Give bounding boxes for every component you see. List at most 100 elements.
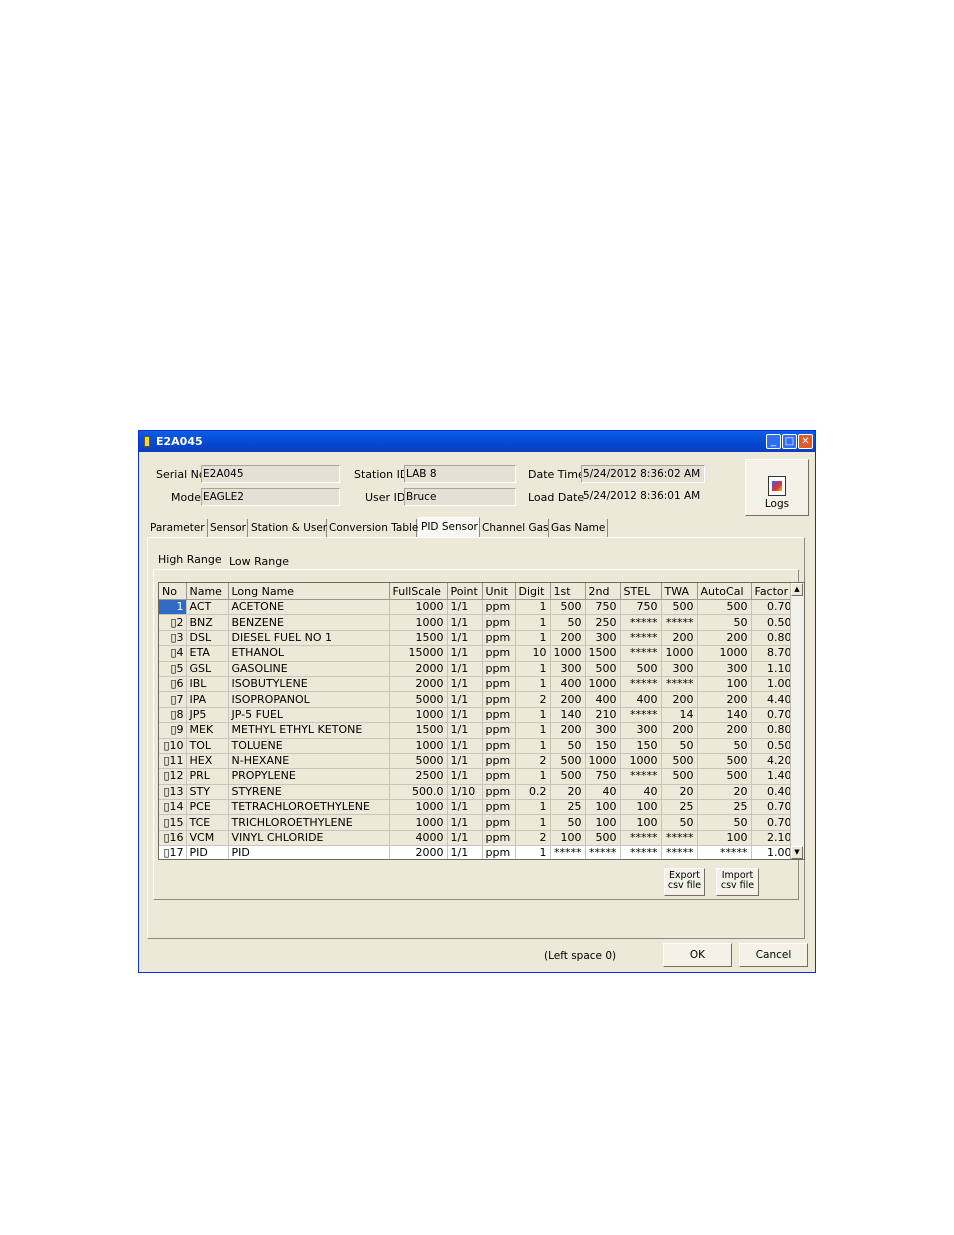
cell-stel[interactable]: ***** — [620, 830, 662, 847]
col-unit[interactable]: Unit — [482, 583, 516, 600]
tab-pid-sensor[interactable]: PID Sensor — [418, 517, 480, 537]
cell-digit[interactable]: 1 — [515, 768, 551, 785]
table-row[interactable]: ▯15 TCE TRICHLOROETHYLENE 1000 1/1 ppm 1 50 100 1… — [159, 814, 796, 831]
cell-stel[interactable]: 100 — [620, 814, 662, 831]
cell-digit[interactable]: 1 — [515, 630, 551, 647]
cell-digit[interactable]: 1 — [515, 799, 551, 816]
cell-no[interactable]: ▯15 — [159, 814, 187, 831]
table-row[interactable]: ▯10 TOL TOLUENE 1000 1/1 ppm 1 50 150 150 50 50 0.50 — [159, 738, 796, 754]
cell-factor[interactable]: 0.80 — [751, 722, 796, 739]
cell-long-name[interactable]: BENZENE — [228, 614, 390, 631]
cell-digit[interactable]: 2 — [515, 691, 551, 708]
import-csv-button[interactable]: Import csv file — [716, 868, 759, 896]
cell-stel[interactable]: ***** — [620, 845, 662, 859]
sensor-table[interactable]: No Name Long Name FullScale Point Unit D… — [158, 582, 805, 860]
cell-stel[interactable]: ***** — [620, 645, 662, 662]
cell-name[interactable]: DSL — [186, 630, 229, 647]
cell-unit[interactable]: ppm — [482, 753, 516, 770]
cell-digit[interactable]: 1 — [515, 676, 551, 693]
scroll-up-button[interactable]: ▲ — [791, 583, 803, 596]
cell-twa[interactable]: 50 — [661, 814, 698, 831]
cell-2nd[interactable]: 750 — [585, 599, 621, 616]
model-field[interactable]: EAGLE2 — [201, 488, 340, 506]
table-row[interactable]: ▯13 STY STYRENE 500.0 1/10 ppm 0.2 20 40 40 20 20 0.… — [159, 784, 796, 801]
cell-stel[interactable]: ***** — [620, 707, 662, 724]
cell-twa[interactable]: ***** — [661, 830, 698, 847]
cell-1st[interactable]: 50 — [550, 814, 586, 831]
cell-stel[interactable]: 300 — [620, 722, 662, 739]
cell-point[interactable]: 1/1 — [447, 691, 483, 708]
cell-name[interactable]: HEX — [186, 753, 229, 770]
cell-name[interactable]: GSL — [186, 661, 229, 677]
maximize-button[interactable]: □ — [782, 434, 797, 449]
cell-2nd[interactable]: 500 — [585, 830, 621, 847]
cell-factor[interactable]: 0.50 — [751, 738, 796, 754]
cancel-button[interactable]: Cancel — [739, 943, 808, 967]
col-twa[interactable]: TWA — [661, 583, 698, 600]
cell-factor[interactable]: 0.50 — [751, 614, 796, 631]
cell-no[interactable]: 1 — [159, 599, 187, 616]
cell-no[interactable]: ▯12 — [159, 768, 187, 785]
cell-autocal[interactable]: 50 — [697, 614, 752, 631]
cell-autocal[interactable]: 200 — [697, 722, 752, 739]
cell-no[interactable]: ▯3 — [159, 630, 187, 647]
cell-factor[interactable]: 8.70 — [751, 645, 796, 662]
cell-2nd[interactable]: 100 — [585, 814, 621, 831]
cell-fullscale[interactable]: 1000 — [389, 738, 448, 754]
cell-2nd[interactable]: 300 — [585, 630, 621, 647]
cell-stel[interactable]: 1000 — [620, 753, 662, 770]
cell-no[interactable]: ▯4 — [159, 645, 187, 662]
cell-autocal[interactable]: 100 — [697, 830, 752, 847]
cell-1st[interactable]: 500 — [550, 768, 586, 785]
cell-1st[interactable]: 20 — [550, 784, 586, 801]
cell-factor[interactable]: 1.00 — [751, 845, 796, 859]
cell-twa[interactable]: 500 — [661, 599, 698, 616]
cell-name[interactable]: TOL — [186, 738, 229, 754]
cell-long-name[interactable]: TRICHLOROETHYLENE — [228, 814, 390, 831]
tab-conversion-table[interactable]: Conversion Table — [329, 519, 418, 537]
col-1st[interactable]: 1st — [550, 583, 586, 600]
tab-sensor[interactable]: Sensor — [210, 519, 248, 537]
user-field[interactable]: Bruce — [404, 488, 516, 506]
cell-autocal[interactable]: 500 — [697, 753, 752, 770]
col-2nd[interactable]: 2nd — [585, 583, 621, 600]
scroll-down-button[interactable]: ▼ — [791, 846, 803, 859]
cell-twa[interactable]: 200 — [661, 691, 698, 708]
cell-unit[interactable]: ppm — [482, 630, 516, 647]
cell-name[interactable]: JP5 — [186, 707, 229, 724]
cell-point[interactable]: 1/1 — [447, 707, 483, 724]
table-row[interactable]: ▯8 JP5 JP-5 FUEL 1000 1/1 ppm 1 140 210 ***** 14 14… — [159, 707, 796, 724]
cell-long-name[interactable]: PROPYLENE — [228, 768, 390, 785]
cell-stel[interactable]: ***** — [620, 676, 662, 693]
cell-autocal[interactable]: 20 — [697, 784, 752, 801]
cell-unit[interactable]: ppm — [482, 661, 516, 677]
cell-fullscale[interactable]: 500.0 — [389, 784, 448, 801]
col-no[interactable]: No — [159, 583, 187, 600]
cell-unit[interactable]: ppm — [482, 707, 516, 724]
cell-point[interactable]: 1/1 — [447, 614, 483, 631]
subtab-high-range[interactable]: High Range — [158, 553, 222, 566]
cell-digit[interactable]: 2 — [515, 753, 551, 770]
cell-1st[interactable]: 50 — [550, 614, 586, 631]
cell-fullscale[interactable]: 1500 — [389, 630, 448, 647]
cell-fullscale[interactable]: 1500 — [389, 722, 448, 739]
col-autocal[interactable]: AutoCal — [697, 583, 752, 600]
table-scrollbar[interactable]: ▲ ▼ — [790, 583, 804, 859]
cell-point[interactable]: 1/1 — [447, 676, 483, 693]
cell-fullscale[interactable]: 5000 — [389, 691, 448, 708]
cell-stel[interactable]: ***** — [620, 630, 662, 647]
cell-factor[interactable]: 0.70 — [751, 799, 796, 816]
cell-digit[interactable]: 0.2 — [515, 784, 551, 801]
title-bar[interactable]: E2A045 _ □ ✕ — [139, 431, 815, 452]
cell-1st[interactable]: 500 — [550, 599, 586, 616]
cell-no[interactable]: ▯8 — [159, 707, 187, 724]
logs-button[interactable]: Logs — [745, 459, 809, 516]
cell-no[interactable]: ▯16 — [159, 830, 187, 847]
table-row[interactable]: ▯7 IPA ISOPROPANOL 5000 1/1 ppm 2 200 400 400 200 2… — [159, 691, 796, 708]
cell-factor[interactable]: 0.70 — [751, 814, 796, 831]
cell-1st[interactable]: 25 — [550, 799, 586, 816]
cell-unit[interactable]: ppm — [482, 830, 516, 847]
cell-1st[interactable]: 300 — [550, 661, 586, 677]
cell-twa[interactable]: ***** — [661, 614, 698, 631]
cell-digit[interactable]: 1 — [515, 707, 551, 724]
